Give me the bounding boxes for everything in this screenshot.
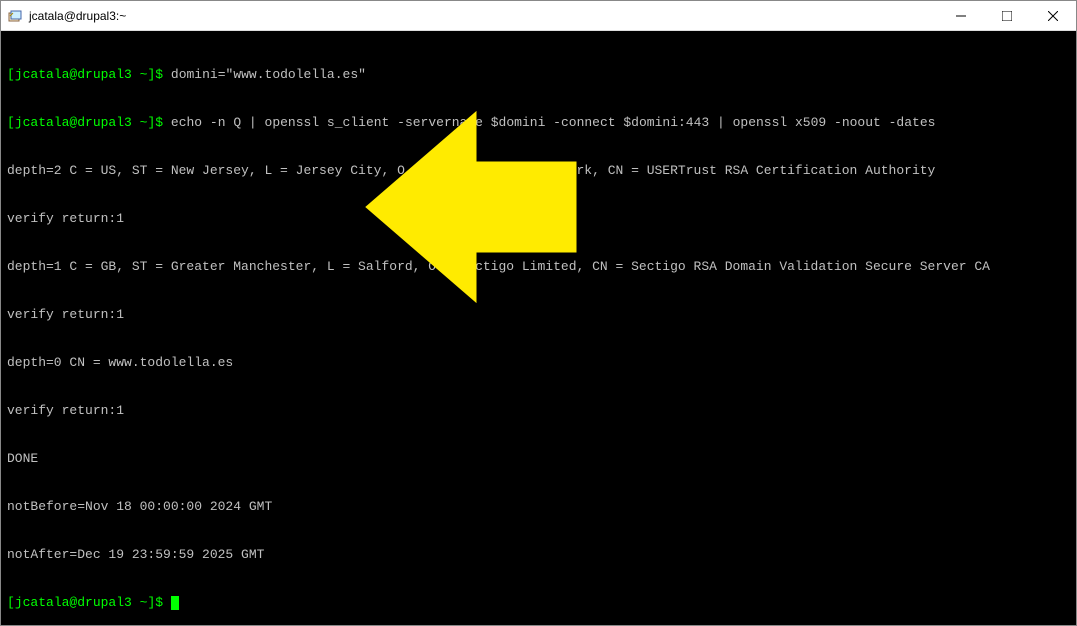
minimize-button[interactable] [938, 1, 984, 30]
terminal-window: jcatala@drupal3:~ [jcatala@drupal3 ~]$ d… [0, 0, 1077, 626]
terminal-body[interactable]: [jcatala@drupal3 ~]$ domini="www.todolel… [1, 31, 1076, 625]
window-controls [938, 1, 1076, 30]
terminal-output: verify return:1 [7, 403, 1070, 419]
terminal-line: [jcatala@drupal3 ~]$ echo -n Q | openssl… [7, 115, 1070, 131]
terminal-output: depth=2 C = US, ST = New Jersey, L = Jer… [7, 163, 1070, 179]
terminal-output: depth=1 C = GB, ST = Greater Manchester,… [7, 259, 1070, 275]
close-button[interactable] [1030, 1, 1076, 30]
terminal-output: notBefore=Nov 18 00:00:00 2024 GMT [7, 499, 1070, 515]
terminal-output: depth=0 CN = www.todolella.es [7, 355, 1070, 371]
terminal-output: DONE [7, 451, 1070, 467]
terminal-line: [jcatala@drupal3 ~]$ [7, 595, 1070, 611]
maximize-button[interactable] [984, 1, 1030, 30]
titlebar[interactable]: jcatala@drupal3:~ [1, 1, 1076, 31]
terminal-output: notAfter=Dec 19 23:59:59 2025 GMT [7, 547, 1070, 563]
terminal-output: verify return:1 [7, 211, 1070, 227]
app-icon [7, 8, 23, 24]
cursor [171, 596, 179, 610]
terminal-output: verify return:1 [7, 307, 1070, 323]
terminal-line: [jcatala@drupal3 ~]$ domini="www.todolel… [7, 67, 1070, 83]
window-title: jcatala@drupal3:~ [29, 9, 938, 23]
